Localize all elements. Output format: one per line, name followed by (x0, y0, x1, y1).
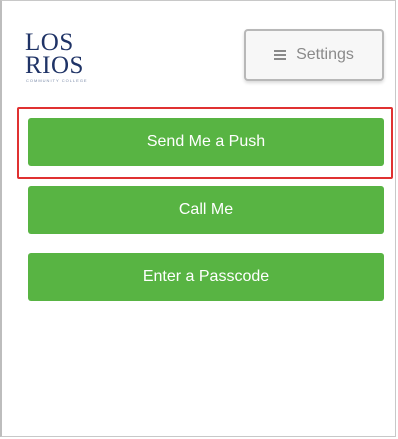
enter-passcode-button-label: Enter a Passcode (142, 268, 270, 285)
auth-prompt-panel: LOS RIOS COMMUNITY COLLEGE DISTRICT Sett… (0, 0, 396, 437)
call-me-button[interactable]: Call Me (28, 186, 384, 234)
settings-button-label: Settings (296, 46, 354, 63)
settings-button[interactable]: Settings (244, 29, 384, 81)
logo-text-line1: LOS (25, 29, 74, 56)
hamburger-menu-icon (274, 50, 287, 60)
send-push-button-label: Send Me a Push (146, 133, 266, 150)
send-push-button[interactable]: Send Me a Push (28, 118, 384, 166)
enter-passcode-button[interactable]: Enter a Passcode (28, 253, 384, 301)
call-me-button-label: Call Me (178, 201, 234, 218)
logo-tagline: COMMUNITY COLLEGE DISTRICT (26, 79, 88, 83)
los-rios-logo: LOS RIOS COMMUNITY COLLEGE DISTRICT (23, 26, 93, 92)
logo-text-line2: RIOS (25, 52, 84, 79)
